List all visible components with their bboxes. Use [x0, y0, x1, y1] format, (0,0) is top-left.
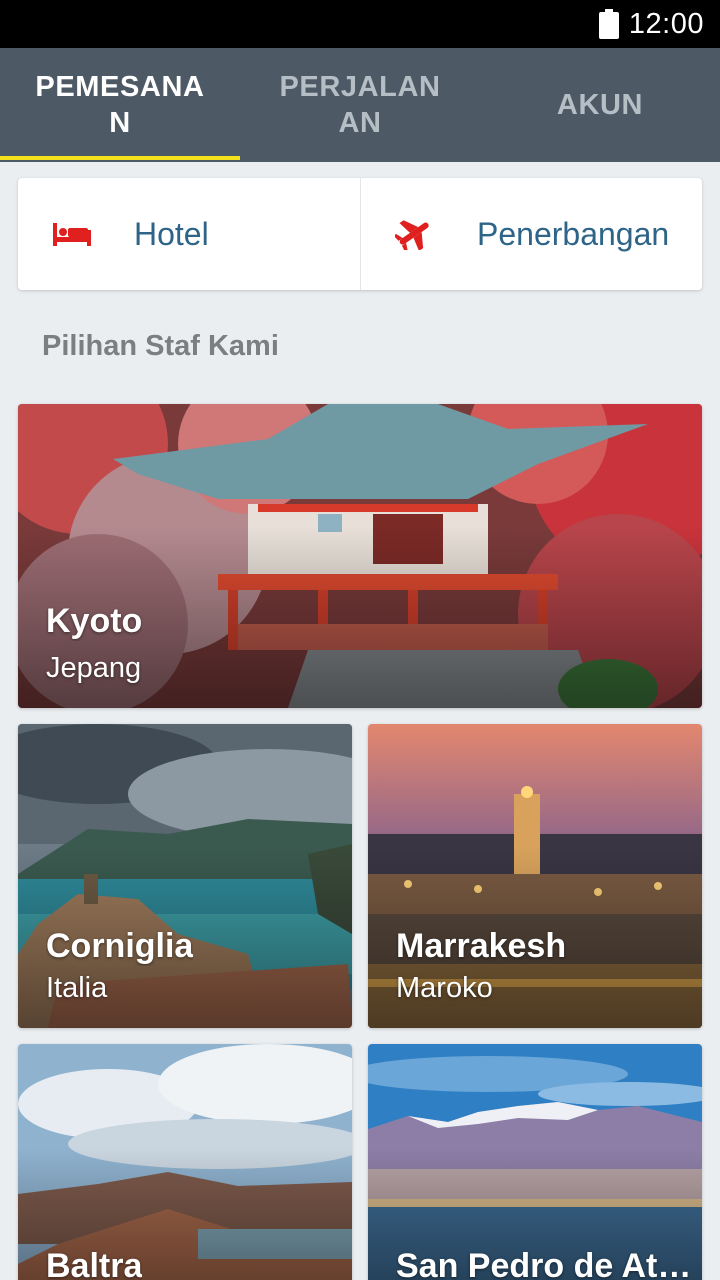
destination-city: Baltra [46, 1247, 143, 1280]
booking-type-card: Hotel Penerbangan [18, 178, 702, 290]
flight-label: Penerbangan [477, 216, 670, 252]
destination-city: Corniglia [46, 927, 194, 965]
flight-button[interactable]: Penerbangan [360, 178, 702, 290]
section-title: Pilihan Staf Kami [42, 330, 279, 362]
destination-card-baltra[interactable]: Baltra [18, 1044, 352, 1280]
airplane-icon [395, 220, 429, 250]
status-time: 12:00 [628, 8, 704, 40]
tab-bar: PEMESANAN PERJALANAN AKUN [0, 48, 720, 162]
destination-city: Kyoto [46, 602, 143, 640]
tab-pemesanan[interactable]: PEMESANAN [0, 48, 240, 162]
destination-country: Italia [46, 972, 108, 1004]
destination-city: San Pedro de Ata… [396, 1247, 696, 1280]
hotel-button[interactable]: Hotel [18, 178, 360, 290]
tab-label: PEMESANAN [35, 71, 205, 139]
destination-card-kyoto[interactable]: Kyoto Jepang [18, 404, 702, 708]
destination-card-corniglia[interactable]: Corniglia Italia [18, 724, 352, 1028]
battery-full-icon [599, 9, 619, 39]
tab-label: AKUN [556, 89, 644, 121]
tab-perjalanan[interactable]: PERJALANAN [240, 48, 480, 162]
destination-country: Maroko [396, 972, 493, 1004]
bed-icon [53, 223, 91, 246]
destination-card-marrakesh[interactable]: Marrakesh Maroko [368, 724, 702, 1028]
tab-label: PERJALANAN [279, 71, 441, 139]
destination-card-san-pedro[interactable]: San Pedro de Ata… [368, 1044, 702, 1280]
tab-akun[interactable]: AKUN [480, 48, 720, 162]
active-tab-indicator [0, 156, 240, 160]
hotel-label: Hotel [134, 216, 209, 252]
destination-country: Jepang [46, 652, 142, 684]
destination-city: Marrakesh [396, 927, 567, 965]
status-bar: 12:00 [0, 0, 720, 48]
